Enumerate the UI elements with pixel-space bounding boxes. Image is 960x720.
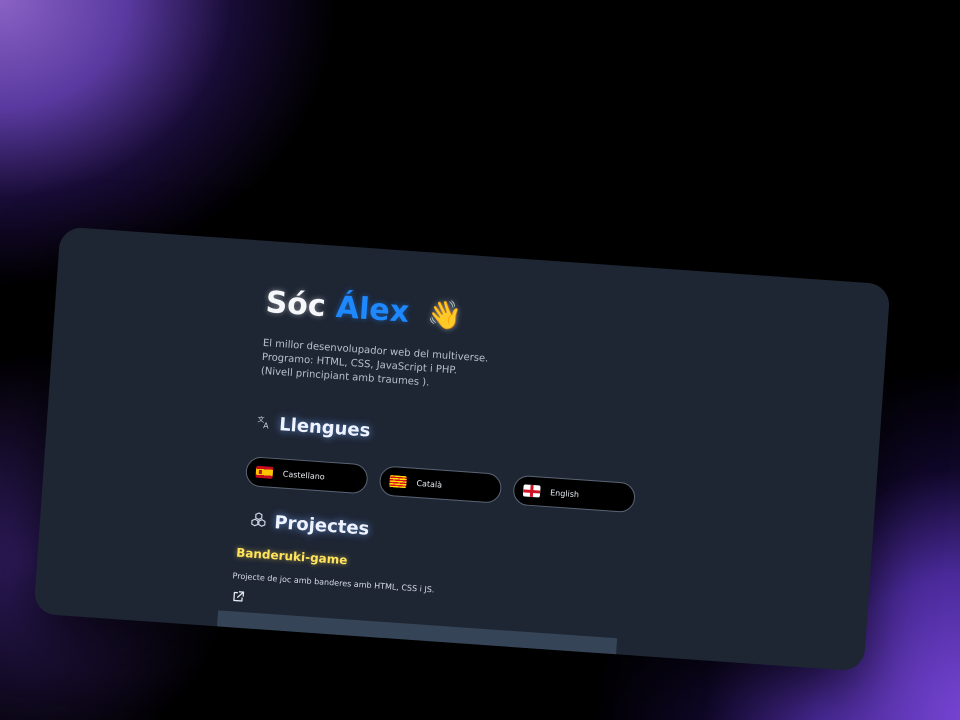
languages-heading: 文A Llengues — [257, 413, 372, 442]
svg-text:A: A — [263, 421, 270, 430]
projects-title: Projectes — [273, 512, 370, 540]
waving-hand-icon: 👋 — [426, 297, 464, 333]
hero-title: Sóc Álex 👋 — [265, 285, 464, 334]
card-content: Sóc Álex 👋 El millor desenvolupador web … — [216, 240, 669, 669]
language-button-english[interactable]: English — [512, 474, 637, 514]
hero-greeting: Sóc — [264, 284, 327, 325]
languages-title: Llengues — [278, 414, 372, 442]
projects-heading: Projectes — [250, 510, 370, 540]
external-link-icon[interactable] — [231, 588, 246, 603]
flag-spain-icon — [255, 465, 274, 479]
intro-text: El millor desenvolupador web del multive… — [260, 337, 489, 395]
translate-icon: 文A — [257, 414, 272, 433]
project-title[interactable]: Banderuki-game — [236, 546, 348, 568]
flag-england-icon — [522, 484, 541, 498]
cubes-icon — [250, 511, 267, 532]
hero-name: Álex — [334, 289, 411, 330]
language-label: Català — [416, 478, 443, 490]
language-label: Castellano — [282, 469, 326, 481]
language-button-castellano[interactable]: Castellano — [244, 456, 369, 495]
language-button-catala[interactable]: Català — [378, 465, 503, 504]
project-description: Projecte de joc amb banderes amb HTML, C… — [232, 571, 435, 595]
flag-catalonia-icon — [389, 475, 407, 489]
portfolio-card: Sóc Álex 👋 El millor desenvolupador web … — [33, 226, 891, 672]
language-label: English — [549, 487, 580, 499]
